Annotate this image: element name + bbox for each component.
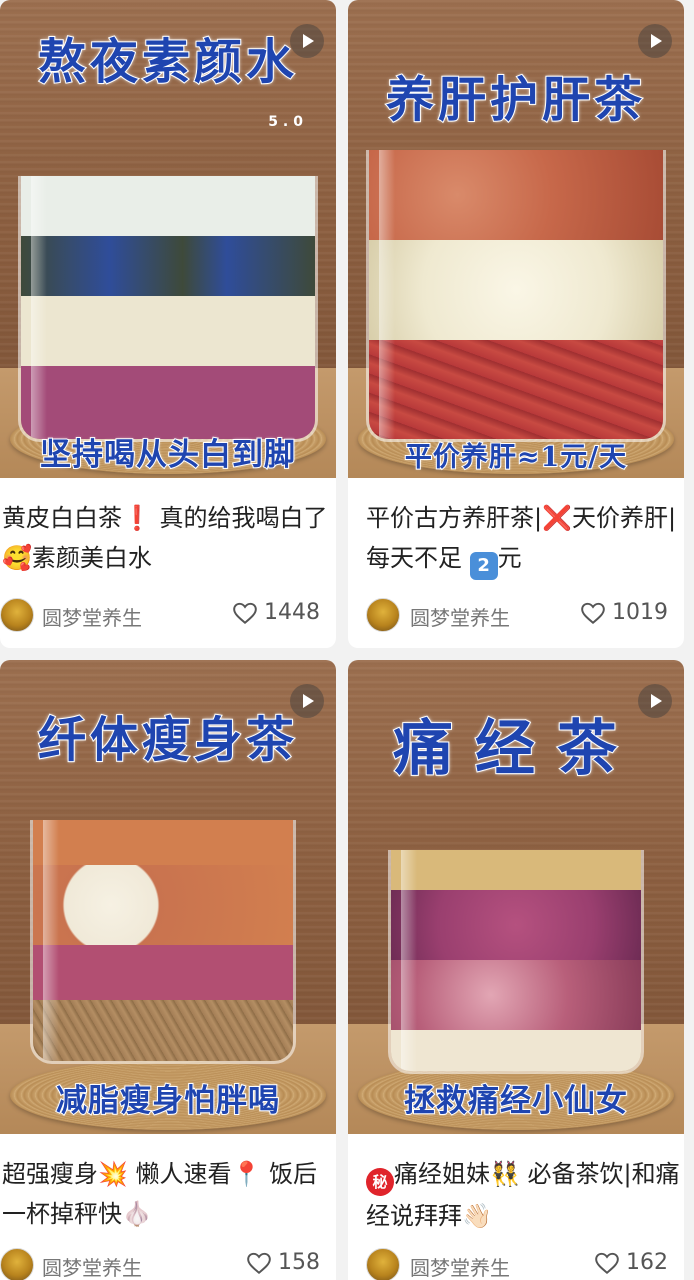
like-button[interactable]: 162 (594, 1250, 668, 1275)
note-meta: 圆梦堂养生 162 (348, 1244, 684, 1280)
author-name[interactable]: 圆梦堂养生 (42, 602, 142, 631)
play-icon[interactable] (290, 24, 324, 58)
heart-outline-icon (247, 1252, 271, 1274)
tea-jar (388, 850, 644, 1074)
garlic-icon: 🧄 (122, 1200, 152, 1228)
note-cover[interactable]: 养肝护肝茶 平价养肝≈1元/天 (348, 0, 684, 478)
smiling-hearts-icon: 🥰 (2, 544, 32, 572)
tea-jar (30, 820, 296, 1064)
note-card[interactable]: 熬夜素颜水 5.0 坚持喝从头白到脚 黄皮白白茶❗ 真的给我喝白了🥰素颜美白水 … (0, 0, 336, 648)
play-icon[interactable] (638, 24, 672, 58)
avatar[interactable] (366, 1248, 400, 1280)
note-card[interactable]: 养肝护肝茶 平价养肝≈1元/天 平价古方养肝茶|❌天价养肝|每天不足 2元 圆梦… (348, 0, 684, 648)
heart-outline-icon (233, 602, 257, 624)
cover-headline: 痛经茶 (392, 713, 639, 785)
avatar[interactable] (0, 598, 34, 632)
note-meta: 圆梦堂养生 1019 (348, 594, 684, 634)
author-name[interactable]: 圆梦堂养生 (42, 1252, 142, 1280)
note-meta: 圆梦堂养生 1448 (0, 594, 336, 634)
cover-caption: 坚持喝从头白到脚 (39, 436, 296, 474)
heart-outline-icon (581, 602, 605, 624)
like-button[interactable]: 1448 (232, 600, 320, 625)
like-count: 1019 (612, 600, 668, 625)
collision-icon: 💥 (98, 1160, 128, 1188)
twins-icon: 👯 (490, 1160, 520, 1188)
avatar[interactable] (366, 598, 400, 632)
cross-mark-icon: ❌ (542, 504, 572, 532)
note-cover[interactable]: 熬夜素颜水 5.0 坚持喝从头白到脚 (0, 0, 336, 478)
tea-jar (18, 176, 318, 442)
secret-icon: 秘 (366, 1168, 394, 1196)
note-title[interactable]: 平价古方养肝茶|❌天价养肝|每天不足 2元 (366, 498, 680, 580)
cover-headline: 养肝护肝茶 (385, 71, 646, 129)
note-title[interactable]: 黄皮白白茶❗ 真的给我喝白了🥰素颜美白水 (2, 498, 330, 578)
note-title[interactable]: 超强瘦身💥 懒人速看📍 饭后一杯掉秤快🧄 (2, 1154, 330, 1234)
note-cover[interactable]: 纤体瘦身茶 减脂瘦身怕胖喝 (0, 660, 336, 1134)
exclamation-icon: ❗ (122, 504, 152, 532)
like-count: 162 (626, 1250, 668, 1275)
cover-caption: 减脂瘦身怕胖喝 (55, 1082, 280, 1120)
note-meta: 圆梦堂养生 158 (0, 1244, 336, 1280)
author-name[interactable]: 圆梦堂养生 (410, 602, 510, 631)
cover-caption: 拯救痛经小仙女 (403, 1082, 628, 1120)
like-button[interactable]: 1019 (580, 600, 668, 625)
cover-version: 5.0 (268, 114, 308, 130)
note-title[interactable]: 秘痛经姐妹👯 必备茶饮|和痛经说拜拜👋🏻 (366, 1154, 680, 1236)
like-button[interactable]: 158 (246, 1250, 320, 1275)
pushpin-icon: 📍 (231, 1160, 262, 1188)
cover-headline: 熬夜素颜水 (37, 33, 298, 91)
waving-hand-icon: 👋🏻 (462, 1202, 492, 1230)
heart-outline-icon (595, 1252, 619, 1274)
note-card[interactable]: 纤体瘦身茶 减脂瘦身怕胖喝 超强瘦身💥 懒人速看📍 饭后一杯掉秤快🧄 圆梦堂养生… (0, 660, 336, 1280)
note-cover[interactable]: 痛经茶 拯救痛经小仙女 (348, 660, 684, 1134)
cover-headline: 纤体瘦身茶 (37, 711, 298, 769)
cover-caption: 平价养肝≈1元/天 (404, 441, 628, 474)
like-count: 1448 (264, 600, 320, 625)
play-icon[interactable] (638, 684, 672, 718)
note-feed: 熬夜素颜水 5.0 坚持喝从头白到脚 黄皮白白茶❗ 真的给我喝白了🥰素颜美白水 … (0, 0, 694, 1280)
like-count: 158 (278, 1250, 320, 1275)
avatar[interactable] (0, 1248, 34, 1280)
note-card[interactable]: 痛经茶 拯救痛经小仙女 秘痛经姐妹👯 必备茶饮|和痛经说拜拜👋🏻 圆梦堂养生 1… (348, 660, 684, 1280)
tea-jar (366, 150, 666, 442)
number-two-icon: 2 (469, 552, 498, 580)
author-name[interactable]: 圆梦堂养生 (410, 1252, 510, 1280)
play-icon[interactable] (290, 684, 324, 718)
